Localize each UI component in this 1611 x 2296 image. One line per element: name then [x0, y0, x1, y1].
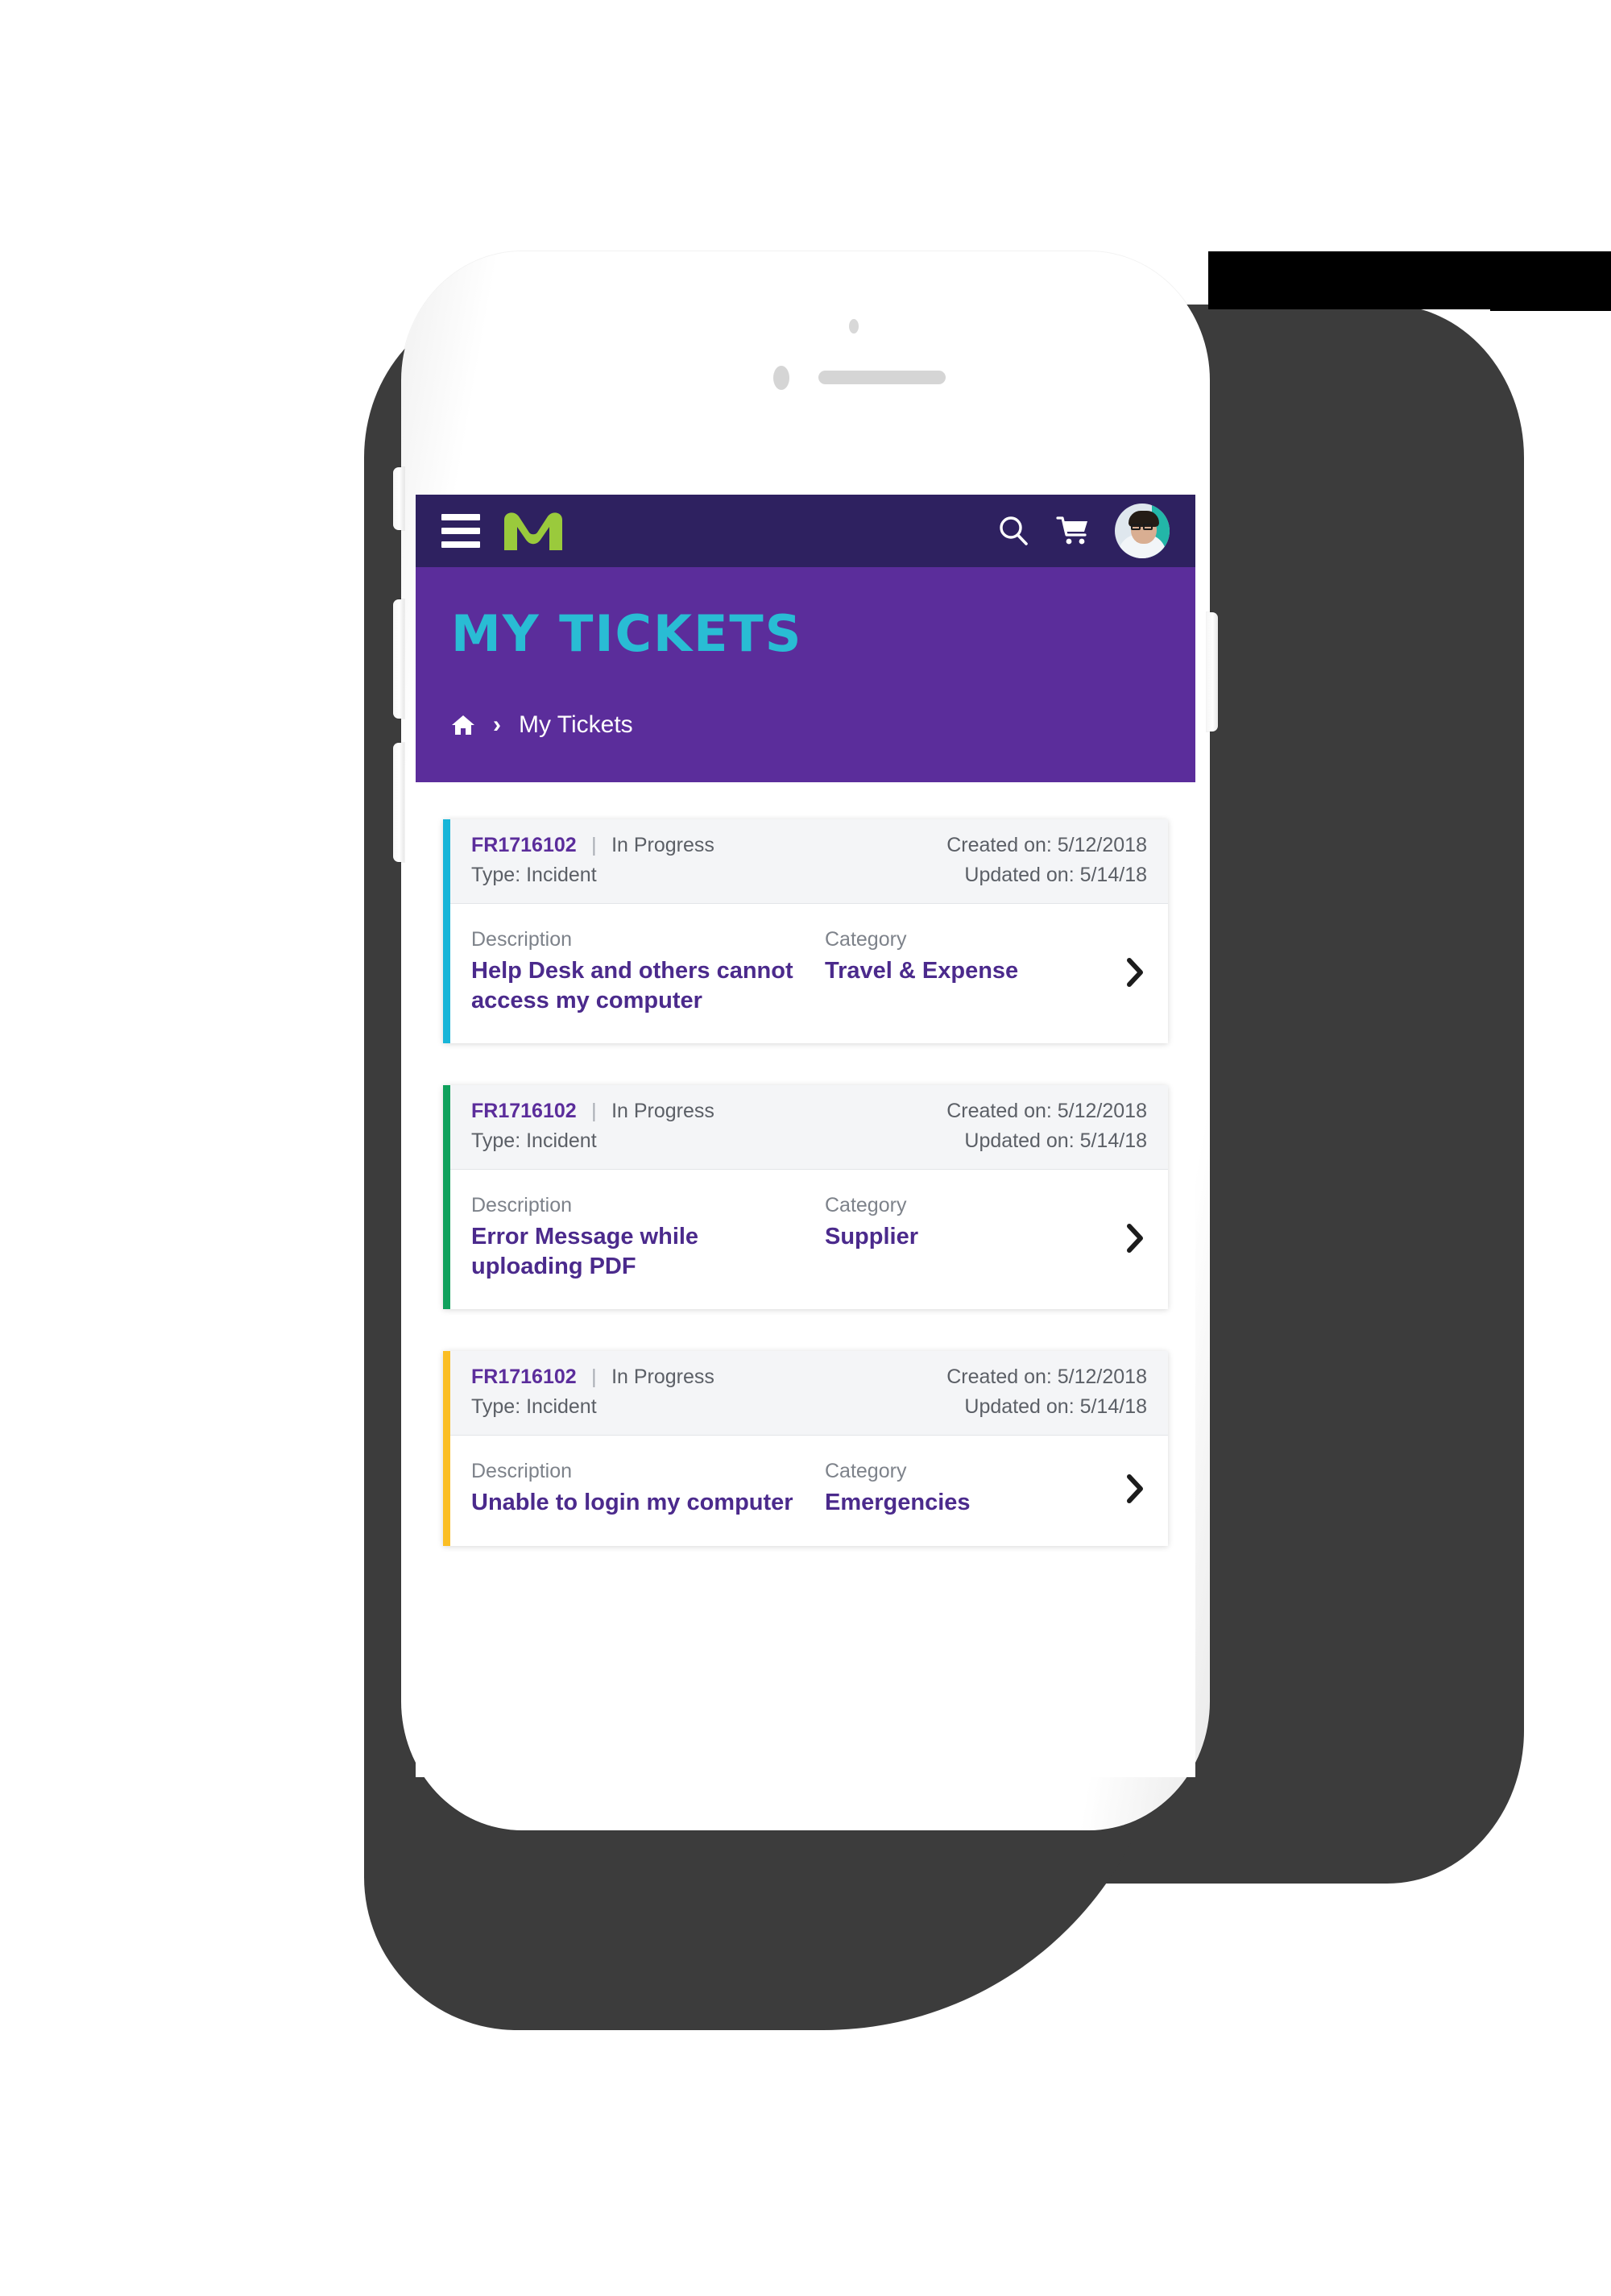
ticket-category: Travel & Expense: [825, 958, 1019, 984]
ticket-created-date: Created on: 5/12/2018: [946, 834, 1147, 856]
volume-down-button[interactable]: [393, 743, 404, 862]
ticket-description: Help Desk and others cannot access my co…: [471, 958, 793, 1014]
navbar-actions: [996, 504, 1170, 558]
ticket-accent-bar: [443, 1351, 450, 1546]
status-badge: In Progress: [611, 1100, 714, 1123]
ticket-body: Description Help Desk and others cannot …: [450, 904, 1168, 1043]
status-badge: In Progress: [611, 834, 714, 856]
ticket-category: Supplier: [825, 1224, 919, 1250]
ticket-category-column: Category Emergencies: [814, 1460, 1105, 1518]
ticket-body: Description Error Message while uploadin…: [450, 1170, 1168, 1309]
hamburger-menu-icon[interactable]: [441, 514, 480, 548]
ticket-accent-bar: [443, 1085, 450, 1310]
breadcrumb-current[interactable]: My Tickets: [519, 711, 633, 739]
proximity-sensor-icon: [849, 319, 859, 334]
category-label: Category: [825, 1460, 907, 1483]
ticket-id-status: FR1716102 | In Progress: [471, 1366, 714, 1389]
ticket-card[interactable]: FR1716102 | In Progress Created on: 5/12…: [443, 1085, 1168, 1310]
description-label: Description: [471, 1460, 573, 1483]
ticket-created-date: Created on: 5/12/2018: [946, 1366, 1147, 1389]
ticket-description: Unable to login my computer: [471, 1490, 793, 1516]
ticket-updated-date: Updated on: 5/14/18: [964, 1129, 1147, 1153]
volume-up-button[interactable]: [393, 599, 404, 719]
ticket-description-column: Description Unable to login my computer: [471, 1460, 814, 1518]
status-badge: In Progress: [611, 1366, 714, 1389]
earpiece-speaker-icon: [818, 371, 946, 384]
ticket-category-column: Category Supplier: [814, 1194, 1105, 1252]
ticket-created-date: Created on: 5/12/2018: [946, 1100, 1147, 1123]
breadcrumb: › My Tickets: [451, 711, 1160, 739]
app-navbar: [416, 495, 1195, 567]
chevron-right-icon[interactable]: [1105, 955, 1147, 990]
front-camera-icon: [773, 366, 789, 390]
ticket-updated-date: Updated on: 5/14/18: [964, 1395, 1147, 1419]
ticket-id: FR1716102: [471, 1100, 577, 1123]
ticket-id-status: FR1716102 | In Progress: [471, 834, 714, 857]
phone-screen: MY TICKETS › My Tickets FR1716102 | In P…: [416, 495, 1195, 1777]
ticket-category-column: Category Travel & Expense: [814, 928, 1105, 986]
category-label: Category: [825, 928, 907, 951]
ticket-id-status: FR1716102 | In Progress: [471, 1100, 714, 1123]
shadow-black-notch: [1490, 266, 1611, 311]
ticket-description-column: Description Error Message while uploadin…: [471, 1194, 814, 1282]
ticket-header: FR1716102 | In Progress Created on: 5/12…: [450, 1085, 1168, 1171]
ticket-type: Type: Incident: [471, 864, 597, 886]
m-brand-logo-icon[interactable]: [503, 510, 564, 552]
chevron-right-icon[interactable]: [1105, 1471, 1147, 1506]
silent-switch[interactable]: [393, 467, 404, 530]
category-label: Category: [825, 1194, 907, 1217]
page-title: MY TICKETS: [451, 604, 803, 663]
search-icon[interactable]: [996, 513, 1031, 549]
avatar[interactable]: [1115, 504, 1170, 558]
ticket-description: Error Message while uploading PDF: [471, 1224, 699, 1280]
ticket-type: Type: Incident: [471, 1395, 597, 1419]
ticket-header: FR1716102 | In Progress Created on: 5/12…: [450, 819, 1168, 904]
ticket-accent-bar: [443, 819, 450, 1044]
home-icon[interactable]: [451, 714, 475, 736]
power-button[interactable]: [1207, 612, 1218, 731]
ticket-type: Type: Incident: [471, 1129, 597, 1153]
description-label: Description: [471, 928, 573, 951]
ticket-updated-date: Updated on: 5/14/18: [964, 864, 1147, 886]
ticket-id-separator: |: [591, 834, 597, 856]
ticket-id: FR1716102: [471, 834, 577, 856]
ticket-card[interactable]: FR1716102 | In Progress Created on: 5/12…: [443, 819, 1168, 1044]
ticket-header: FR1716102 | In Progress Created on: 5/12…: [450, 1351, 1168, 1436]
ticket-card[interactable]: FR1716102 | In Progress Created on: 5/12…: [443, 1351, 1168, 1546]
description-label: Description: [471, 1194, 573, 1217]
ticket-body: Description Unable to login my computer …: [450, 1436, 1168, 1545]
smartphone-device: MY TICKETS › My Tickets FR1716102 | In P…: [393, 251, 1218, 1830]
ticket-list: FR1716102 | In Progress Created on: 5/12…: [416, 782, 1195, 1546]
ticket-id-separator: |: [591, 1366, 597, 1389]
ticket-id-separator: |: [591, 1100, 597, 1123]
chevron-right-icon[interactable]: [1105, 1221, 1147, 1256]
cart-icon[interactable]: [1055, 514, 1091, 548]
ticket-id: FR1716102: [471, 1366, 577, 1389]
page-hero: MY TICKETS › My Tickets: [416, 567, 1195, 782]
breadcrumb-separator-icon: ›: [493, 711, 501, 738]
ticket-description-column: Description Help Desk and others cannot …: [471, 928, 814, 1016]
shadow-black-band: [1208, 251, 1611, 309]
ticket-category: Emergencies: [825, 1490, 971, 1516]
